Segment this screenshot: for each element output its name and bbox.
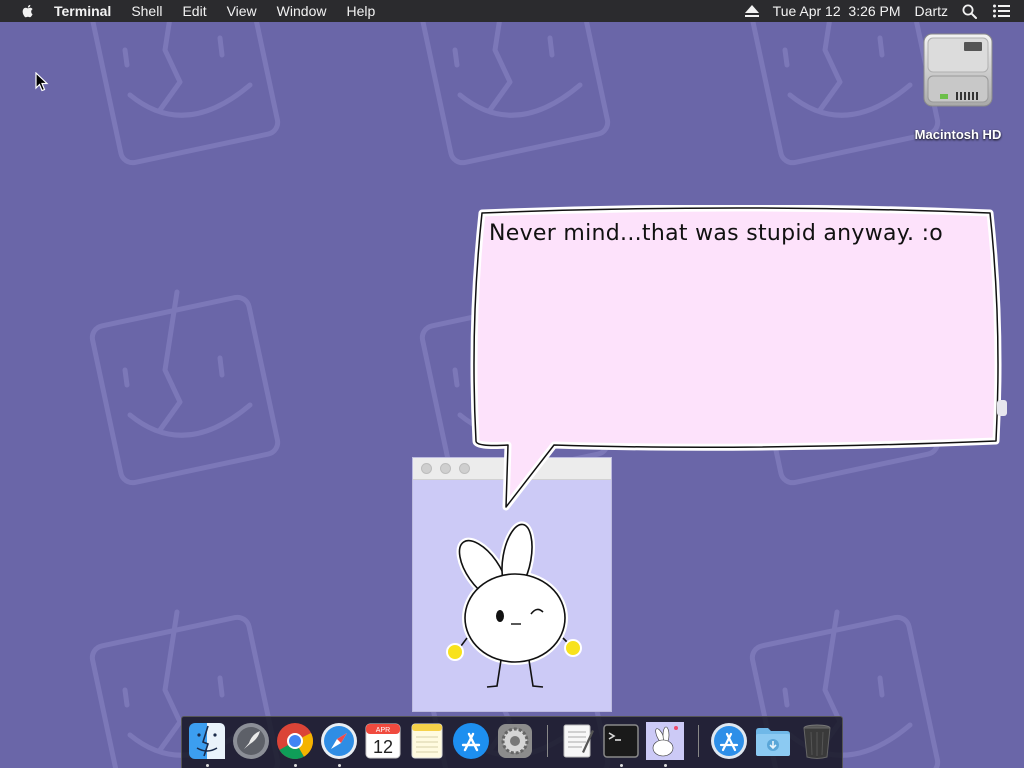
- speech-bubble[interactable]: Never mind...that was stupid anyway. :o: [470, 205, 1006, 515]
- calendar-month: APR: [376, 727, 390, 734]
- dock-separator: [547, 725, 548, 757]
- menubar-clock[interactable]: Tue Apr 12 3:26 PM: [773, 0, 901, 22]
- desktop-icon-macintosh-hd[interactable]: Macintosh HD: [906, 32, 1010, 142]
- finder-running-dot: [206, 764, 209, 767]
- hidden-window-edge[interactable]: [997, 400, 1007, 416]
- speech-bubble-text: Never mind...that was stupid anyway. :o: [489, 221, 944, 246]
- chrome-icon[interactable]: [276, 722, 314, 760]
- apple-icon[interactable]: [20, 3, 36, 19]
- eject-icon[interactable]: [744, 5, 759, 17]
- calendar-day: 12: [373, 737, 393, 757]
- mouse-cursor-icon: [35, 72, 49, 92]
- window-zoom-button[interactable]: [459, 463, 470, 474]
- safari-running-dot: [338, 764, 341, 767]
- bunny-app-running-dot: [664, 764, 667, 767]
- terminal-icon[interactable]: [602, 722, 640, 760]
- bunny-character-icon[interactable]: [443, 518, 587, 694]
- speech-bubble-shape: [470, 205, 1002, 511]
- window-minimize-button[interactable]: [440, 463, 451, 474]
- chrome-running-dot: [294, 764, 297, 767]
- hard-drive-icon: [923, 33, 993, 107]
- menu-help[interactable]: Help: [346, 0, 375, 22]
- menu-view[interactable]: View: [227, 0, 257, 22]
- terminal-running-dot: [620, 764, 623, 767]
- notification-center-icon[interactable]: [993, 4, 1010, 18]
- spotlight-search-icon[interactable]: [962, 4, 977, 19]
- menu-bar: Terminal Shell Edit View Window Help Tue…: [0, 0, 1024, 22]
- menu-window[interactable]: Window: [277, 0, 327, 22]
- notes-icon[interactable]: [408, 722, 446, 760]
- desktop-icon-label: Macintosh HD: [914, 127, 1002, 142]
- dock: APR 12: [181, 716, 843, 768]
- app-store-icon[interactable]: [452, 722, 490, 760]
- launchpad-icon[interactable]: [232, 722, 270, 760]
- system-preferences-icon[interactable]: [496, 722, 534, 760]
- textedit-icon[interactable]: [558, 722, 596, 760]
- app-store-download-icon[interactable]: [710, 722, 748, 760]
- safari-icon[interactable]: [320, 722, 358, 760]
- menu-app-name[interactable]: Terminal: [54, 0, 111, 22]
- bunny-app-icon[interactable]: [646, 722, 684, 760]
- dock-separator: [698, 725, 699, 757]
- menu-edit[interactable]: Edit: [182, 0, 206, 22]
- menu-shell[interactable]: Shell: [131, 0, 162, 22]
- trash-icon[interactable]: [798, 722, 836, 760]
- downloads-folder-icon[interactable]: [754, 722, 792, 760]
- window-close-button[interactable]: [421, 463, 432, 474]
- finder-icon[interactable]: [188, 722, 226, 760]
- calendar-icon[interactable]: APR 12: [364, 722, 402, 760]
- menubar-user[interactable]: Dartz: [915, 0, 948, 22]
